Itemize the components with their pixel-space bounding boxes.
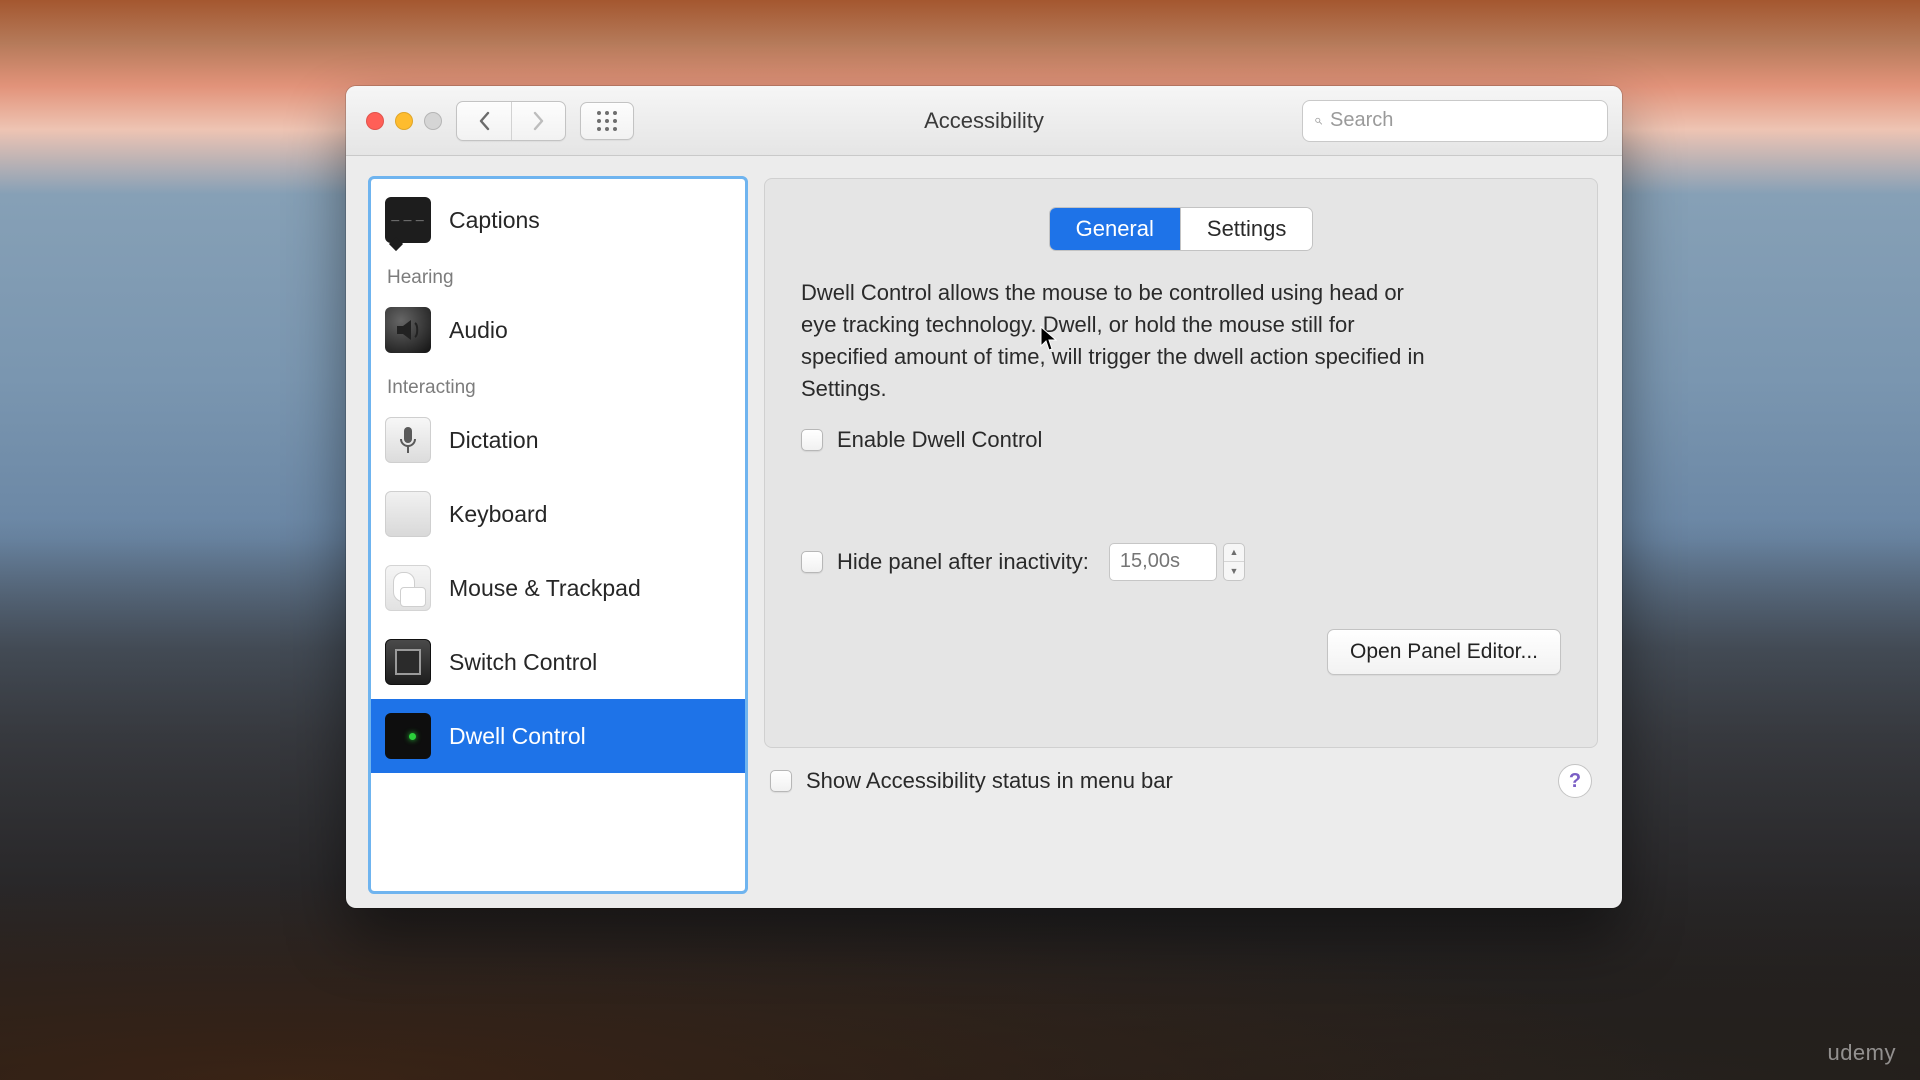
stepper-down-icon[interactable]: ▼ (1224, 561, 1244, 580)
speaker-icon (385, 307, 431, 353)
sidebar-item-label: Captions (449, 207, 540, 234)
show-all-button[interactable] (580, 102, 634, 140)
group-heading-hearing: Hearing (371, 257, 745, 293)
keyboard-icon (385, 491, 431, 537)
titlebar: Accessibility (346, 86, 1622, 156)
tab-general[interactable]: General (1050, 208, 1180, 250)
tab-bar: General Settings (801, 207, 1561, 251)
sidebar-item-dwell-control[interactable]: Dwell Control (371, 699, 745, 773)
enable-dwell-row[interactable]: Enable Dwell Control (801, 427, 1561, 453)
forward-button[interactable] (511, 102, 565, 140)
minimize-window-icon[interactable] (395, 112, 413, 130)
open-panel-editor-button[interactable]: Open Panel Editor... (1327, 629, 1561, 675)
status-menubar-checkbox[interactable] (770, 770, 792, 792)
sidebar-item-switch-control[interactable]: Switch Control (371, 625, 745, 699)
stepper-up-icon[interactable]: ▲ (1224, 544, 1244, 562)
search-icon (1315, 111, 1322, 131)
dwell-panel: General Settings Dwell Control allows th… (764, 178, 1598, 748)
switch-control-icon (385, 639, 431, 685)
mouse-trackpad-icon (385, 565, 431, 611)
traffic-lights (366, 112, 442, 130)
inactivity-duration-field[interactable] (1109, 543, 1217, 581)
sidebar-item-label: Dictation (449, 427, 538, 454)
grid-icon (596, 110, 618, 132)
sidebar-item-keyboard[interactable]: Keyboard (371, 477, 745, 551)
detail-pane: General Settings Dwell Control allows th… (764, 178, 1598, 892)
sidebar-item-label: Mouse & Trackpad (449, 575, 641, 602)
sidebar-item-label: Dwell Control (449, 723, 586, 750)
hide-panel-label: Hide panel after inactivity: (837, 549, 1089, 575)
chevron-right-icon (532, 111, 546, 131)
chevron-left-icon (477, 111, 491, 131)
status-menubar-label: Show Accessibility status in menu bar (806, 768, 1173, 794)
hide-panel-checkbox[interactable] (801, 551, 823, 573)
enable-dwell-checkbox[interactable] (801, 429, 823, 451)
hide-panel-row: Hide panel after inactivity: ▲ ▼ (801, 543, 1561, 581)
search-input[interactable] (1330, 109, 1595, 132)
sidebar-item-audio[interactable]: Audio (371, 293, 745, 367)
watermark: udemy (1827, 1040, 1896, 1066)
sidebar-item-label: Audio (449, 317, 508, 344)
footer-row: Show Accessibility status in menu bar ? (764, 748, 1598, 798)
nav-back-forward (456, 101, 566, 141)
duration-stepper[interactable]: ▲ ▼ (1223, 543, 1245, 581)
sidebar-item-dictation[interactable]: Dictation (371, 403, 745, 477)
dwell-control-icon (385, 713, 431, 759)
tab-settings[interactable]: Settings (1180, 208, 1313, 250)
zoom-window-icon[interactable] (424, 112, 442, 130)
preferences-window: Accessibility — — — Captions Hearing Aud… (346, 86, 1622, 908)
close-window-icon[interactable] (366, 112, 384, 130)
back-button[interactable] (457, 102, 511, 140)
help-button[interactable]: ? (1558, 764, 1592, 798)
category-sidebar[interactable]: — — — Captions Hearing Audio Interacting… (370, 178, 746, 892)
microphone-icon (385, 417, 431, 463)
sidebar-item-label: Switch Control (449, 649, 597, 676)
sidebar-item-mouse-trackpad[interactable]: Mouse & Trackpad (371, 551, 745, 625)
dwell-description: Dwell Control allows the mouse to be con… (801, 277, 1441, 405)
search-field[interactable] (1302, 100, 1608, 142)
enable-dwell-label: Enable Dwell Control (837, 427, 1042, 453)
content-area: — — — Captions Hearing Audio Interacting… (346, 156, 1622, 908)
captions-icon: — — — (385, 197, 431, 243)
group-heading-interacting: Interacting (371, 367, 745, 403)
sidebar-item-captions[interactable]: — — — Captions (371, 183, 745, 257)
sidebar-item-label: Keyboard (449, 501, 547, 528)
